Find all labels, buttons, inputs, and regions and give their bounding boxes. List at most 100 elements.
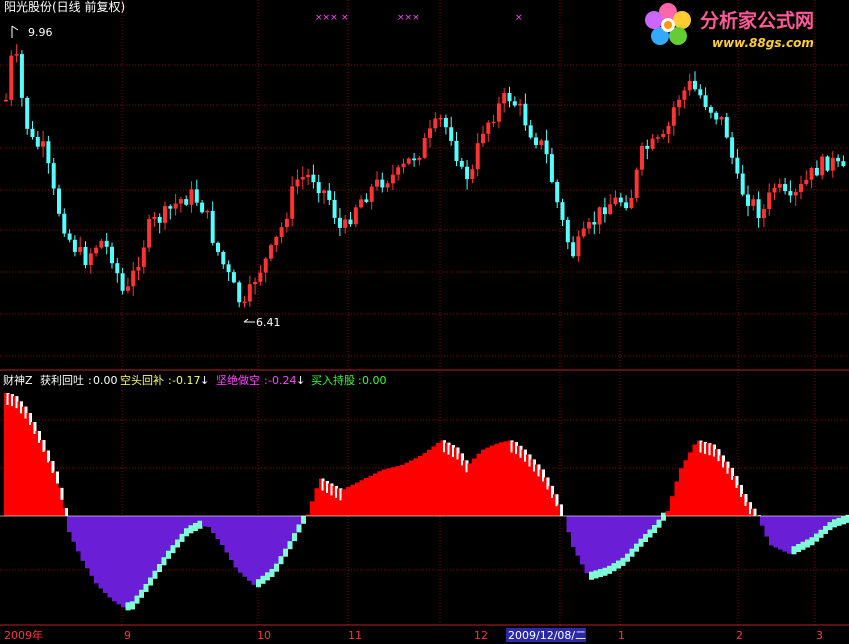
site-logo[interactable]: 分析家公式网 www.88gs.com [645, 3, 814, 50]
indicator-bar [436, 443, 441, 516]
indicator-bar [130, 516, 135, 610]
indicator-bar [584, 516, 590, 574]
candlestick-series[interactable] [4, 44, 846, 308]
candlestick [518, 98, 523, 116]
indicator-bar [503, 441, 509, 516]
indicator-bar [112, 516, 117, 602]
candlestick [820, 153, 825, 180]
candlestick [125, 277, 130, 294]
indicator-bar [98, 516, 104, 589]
indicator-bar [170, 516, 176, 554]
indicator-bar [652, 516, 657, 533]
candlestick [316, 174, 321, 203]
candlestick [141, 240, 146, 274]
candlestick [645, 139, 650, 160]
candlestick [661, 129, 666, 140]
candlestick [332, 191, 337, 224]
indicator-bar [346, 487, 351, 516]
candlestick [157, 213, 162, 234]
indicator-bar [67, 516, 72, 533]
candlestick [385, 180, 390, 192]
indicator-bar [782, 516, 788, 552]
indicator-item-label: 坚绝做空 [216, 373, 260, 387]
candlestick [571, 236, 576, 259]
indicator-bar [197, 516, 203, 529]
indicator-bar [386, 468, 392, 516]
window-title: 阳光股份(日线 前复权) [4, 0, 125, 14]
candlestick [481, 125, 485, 147]
indicator-bar [773, 516, 779, 548]
indicator-bar [589, 516, 594, 580]
stock-chart[interactable]: 阳光股份(日线 前复权) ××× × ××× × 9.96 6.41 财神Z 获… [0, 0, 849, 644]
indicator-bar [683, 460, 689, 516]
indicator-bar [256, 516, 261, 588]
svg-text:9.96: 9.96 [28, 26, 53, 39]
indicator-bar [616, 516, 621, 569]
candlestick [406, 157, 411, 166]
candlestick [417, 155, 422, 166]
candlestick [369, 183, 374, 210]
indicator-bar [341, 489, 347, 516]
indicator-bar [85, 516, 90, 569]
candlestick [200, 199, 205, 214]
indicator-bar [395, 466, 401, 516]
indicator-bar [827, 516, 833, 531]
indicator-bar [400, 465, 405, 516]
indicator-bar [422, 453, 428, 516]
svg-text::: : [88, 374, 92, 387]
candlestick [189, 181, 194, 213]
x-axis-label: 12 [474, 629, 488, 642]
indicator-bar [661, 512, 666, 521]
candlestick [226, 260, 231, 282]
indicator-bar [103, 516, 108, 593]
candlestick [412, 152, 417, 167]
indicator-bar [418, 456, 423, 516]
indicator-bar [575, 516, 581, 556]
x-axis-label: 10 [257, 629, 271, 642]
candlestick [247, 275, 252, 308]
svg-text:6.41: 6.41 [256, 316, 281, 329]
indicator-bar [566, 516, 572, 533]
indicator-bar [787, 516, 792, 554]
candlestick [555, 179, 560, 209]
candlestick [269, 243, 273, 262]
candlestick [682, 86, 687, 109]
candlestick [184, 195, 189, 206]
indicator-bar [593, 516, 599, 579]
indicator-bar [607, 516, 612, 574]
indicator-bar [184, 516, 189, 537]
candlestick [67, 229, 72, 243]
indicator-bar [580, 516, 585, 565]
indicator-bar [278, 516, 284, 565]
indicator-bar [611, 516, 617, 572]
indicator-bar [134, 516, 140, 604]
candlestick [809, 166, 814, 189]
indicator-bar [818, 516, 824, 538]
indicator-bar [310, 501, 315, 516]
candlestick [46, 135, 51, 174]
indicator-bar [76, 516, 81, 552]
candlestick [449, 116, 454, 146]
candlestick [825, 155, 830, 172]
indicator-bar [409, 460, 414, 516]
indicator-bar [674, 481, 680, 516]
candlestick [131, 261, 136, 296]
candlestick [78, 236, 83, 256]
candlestick [671, 101, 676, 136]
indicator-bar [283, 516, 288, 557]
candlestick [454, 131, 459, 167]
indicator-item-value: -0.24 [268, 374, 296, 387]
indicator-bar [382, 469, 387, 516]
candlestick [836, 154, 841, 167]
candlestick [618, 192, 623, 207]
candlestick [496, 96, 501, 129]
candlestick [359, 195, 364, 209]
candlestick [788, 180, 793, 203]
indicator-bar [287, 516, 293, 550]
candlestick [714, 111, 719, 125]
indicator-bar [557, 504, 563, 516]
candlestick [99, 238, 104, 250]
candlestick [549, 147, 554, 184]
candlestick [290, 176, 295, 227]
candlestick [72, 235, 77, 257]
